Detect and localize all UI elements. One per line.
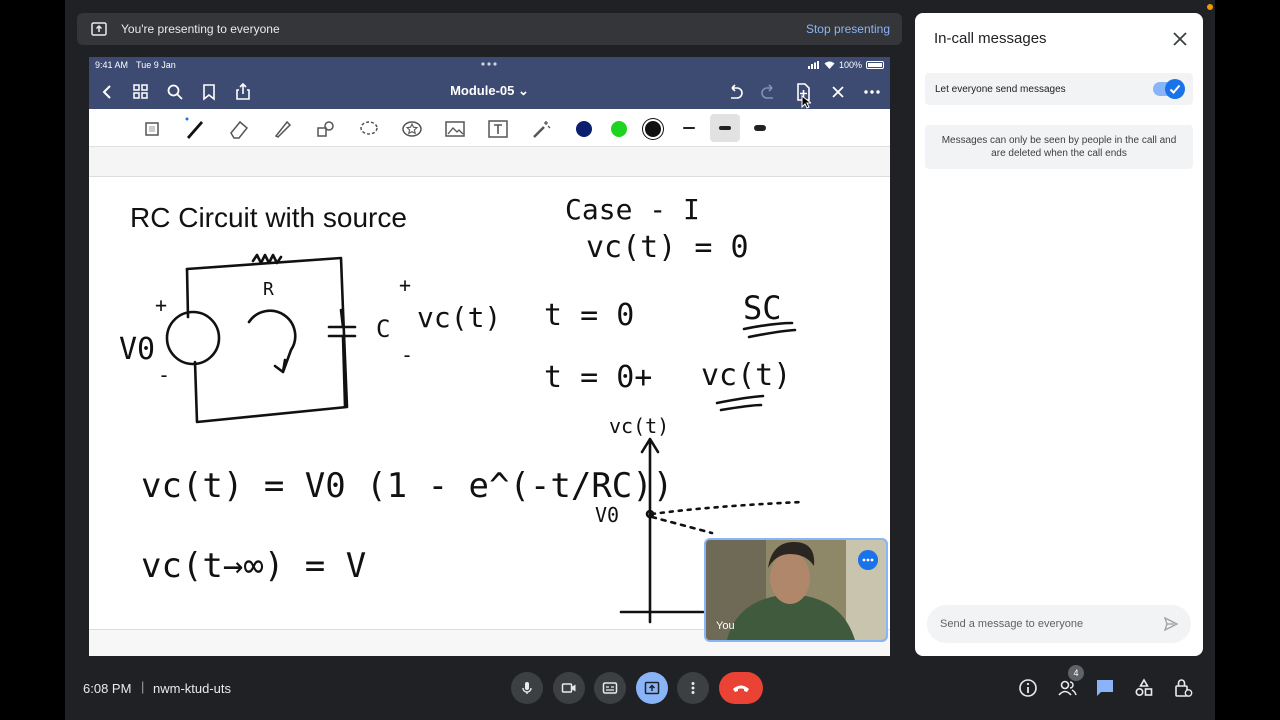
charging-equation: vc(t) = V0 (1 - e^(-t/RC)) bbox=[141, 466, 673, 506]
ipad-status-bar: 9:41 AM Tue 9 Jan 100% bbox=[89, 57, 890, 73]
message-placeholder: Send a message to everyone bbox=[940, 618, 1084, 630]
image-icon[interactable] bbox=[443, 117, 467, 141]
text-icon[interactable] bbox=[486, 117, 510, 141]
notes-toolbar: Module-05 ⌄ bbox=[89, 73, 890, 109]
presenting-banner: You're presenting to everyone Stop prese… bbox=[77, 13, 902, 45]
plus-sign: + bbox=[155, 293, 167, 317]
highlighter-icon[interactable] bbox=[271, 117, 295, 141]
chat-icon[interactable] bbox=[1094, 677, 1116, 699]
page-gap bbox=[89, 147, 890, 177]
stop-presenting-button[interactable]: Stop presenting bbox=[806, 22, 890, 36]
color-black-swatch[interactable] bbox=[645, 121, 661, 137]
more-options-button[interactable] bbox=[677, 672, 709, 704]
pen-width-thick[interactable] bbox=[754, 125, 766, 131]
sticker-icon[interactable] bbox=[400, 117, 424, 141]
t-zero-plus: t = 0+ bbox=[544, 360, 652, 395]
meeting-code: nwm-ktud-uts bbox=[153, 681, 232, 696]
shapes-icon[interactable] bbox=[314, 117, 338, 141]
present-screen-button[interactable] bbox=[636, 672, 668, 704]
laser-icon[interactable] bbox=[529, 117, 553, 141]
toggle-knob bbox=[1165, 79, 1185, 99]
info-icon[interactable] bbox=[1017, 677, 1039, 699]
close-icon[interactable] bbox=[828, 82, 848, 102]
host-controls-icon[interactable] bbox=[1172, 677, 1194, 699]
multitask-dots-icon bbox=[481, 62, 497, 66]
steady-state-equation: vc(t→∞) = V bbox=[141, 546, 366, 586]
recording-indicator bbox=[1207, 4, 1213, 10]
meeting-time: 6:08 PM bbox=[83, 681, 132, 696]
mouse-cursor-icon bbox=[801, 95, 811, 109]
captions-button[interactable] bbox=[594, 672, 626, 704]
minus-sign: - bbox=[158, 363, 170, 387]
captions-icon bbox=[602, 682, 618, 694]
lasso-page-icon[interactable] bbox=[141, 117, 165, 141]
axis-v0-label: V0 bbox=[595, 503, 619, 527]
lasso-icon[interactable] bbox=[357, 117, 381, 141]
initial-condition: vc(t) = 0 bbox=[586, 230, 749, 265]
activities-icon[interactable] bbox=[1133, 677, 1155, 699]
message-input[interactable]: Send a message to everyone bbox=[927, 605, 1191, 643]
cap-plus: + bbox=[399, 273, 411, 297]
pen-icon[interactable] bbox=[183, 117, 207, 141]
camera-icon bbox=[561, 683, 576, 693]
battery-percent: 100% bbox=[838, 60, 862, 70]
in-call-messages-panel: In-call messages Let everyone send messa… bbox=[915, 13, 1203, 656]
case-heading: Case - I bbox=[565, 193, 700, 226]
sc-label: SC bbox=[743, 289, 782, 327]
ipad-time: 9:41 AM bbox=[95, 60, 129, 70]
battery-icon bbox=[866, 61, 884, 69]
leave-call-button[interactable] bbox=[719, 672, 763, 704]
check-icon bbox=[1169, 84, 1181, 94]
close-icon[interactable] bbox=[1171, 30, 1189, 48]
signal-icon bbox=[807, 61, 819, 69]
self-view-tile[interactable]: You bbox=[704, 538, 888, 642]
color-green-swatch[interactable] bbox=[611, 121, 627, 137]
wifi-icon bbox=[824, 61, 835, 69]
color-navy-swatch[interactable] bbox=[576, 121, 592, 137]
presenting-text: You're presenting to everyone bbox=[121, 22, 280, 36]
more-icon bbox=[691, 682, 695, 694]
label-V0: V0 bbox=[119, 332, 155, 367]
eraser-icon[interactable] bbox=[227, 117, 251, 141]
drawing-tools bbox=[89, 109, 890, 147]
pen-width-thin[interactable] bbox=[683, 127, 695, 129]
panel-title: In-call messages bbox=[934, 30, 1047, 47]
pen-width-medium[interactable] bbox=[719, 126, 731, 130]
vc-label: vc(t) bbox=[417, 301, 501, 334]
axis-vc-label: vc(t) bbox=[609, 414, 669, 438]
undo-icon[interactable] bbox=[725, 82, 745, 102]
mic-icon bbox=[522, 682, 532, 694]
present-icon bbox=[91, 22, 107, 36]
label-R: R bbox=[263, 279, 274, 300]
allow-messages-label: Let everyone send messages bbox=[935, 83, 1066, 95]
vc-right: vc(t) bbox=[701, 358, 791, 393]
redo-icon[interactable] bbox=[759, 82, 779, 102]
people-count-badge: 4 bbox=[1068, 665, 1084, 681]
more-options-icon[interactable] bbox=[858, 550, 878, 570]
self-view-label: You bbox=[716, 620, 735, 632]
meeting-separator: | bbox=[141, 679, 145, 694]
label-C: C bbox=[376, 315, 390, 343]
mic-button[interactable] bbox=[511, 672, 543, 704]
present-screen-icon bbox=[644, 681, 660, 695]
cap-minus: - bbox=[401, 343, 413, 367]
meet-controls-bar: 6:08 PM | nwm-ktud-uts 4 bbox=[65, 660, 1215, 720]
allow-messages-row: Let everyone send messages bbox=[925, 73, 1193, 105]
more-icon[interactable] bbox=[862, 82, 882, 102]
messages-info: Messages can only be seen by people in t… bbox=[925, 125, 1193, 169]
send-icon[interactable] bbox=[1163, 616, 1179, 632]
allow-messages-toggle[interactable] bbox=[1153, 79, 1185, 99]
end-call-icon bbox=[733, 685, 749, 692]
ipad-date: Tue 9 Jan bbox=[136, 60, 176, 70]
camera-button[interactable] bbox=[553, 672, 585, 704]
t-zero: t = 0 bbox=[544, 298, 634, 333]
